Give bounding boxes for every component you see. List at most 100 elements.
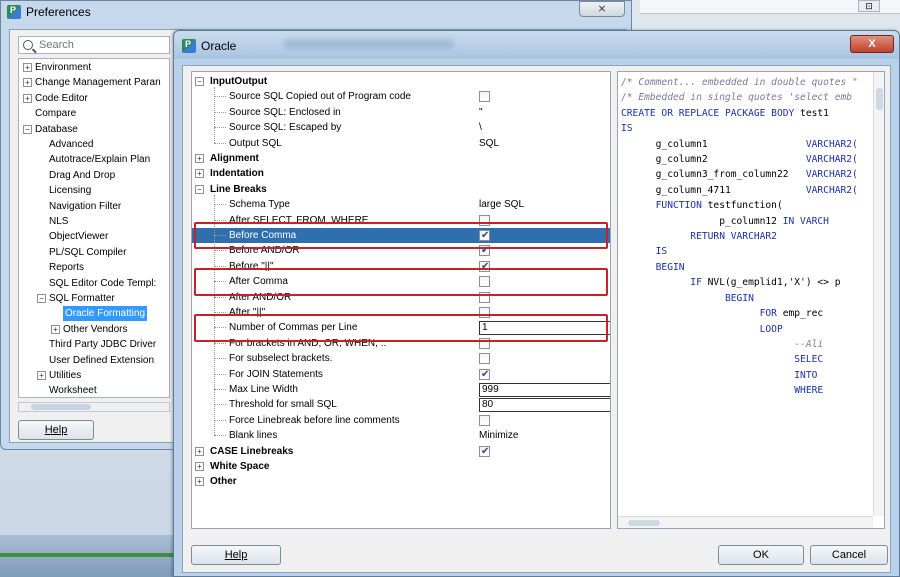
preferences-tree-item[interactable]: Navigation Filter bbox=[19, 199, 169, 214]
settings-category[interactable]: + Indentation bbox=[192, 166, 610, 181]
background-window-button[interactable]: ⊡ bbox=[858, 0, 880, 12]
expand-icon[interactable]: + bbox=[23, 78, 32, 88]
setting-checkbox[interactable] bbox=[479, 91, 490, 103]
scroll-thumb[interactable] bbox=[31, 404, 91, 410]
preferences-tree-item[interactable]: + Change Management Paran bbox=[19, 75, 169, 90]
expand-icon[interactable]: + bbox=[51, 324, 60, 334]
expand-icon[interactable]: + bbox=[23, 93, 32, 103]
preferences-tree-item[interactable]: ObjectViewer bbox=[19, 229, 169, 244]
settings-row[interactable]: Threshold for small SQL 80 bbox=[192, 397, 610, 413]
code-token: VARCHAR2( bbox=[805, 154, 858, 166]
setting-checkbox[interactable] bbox=[479, 353, 490, 365]
collapse-icon[interactable]: − bbox=[37, 294, 46, 303]
preferences-tree-item[interactable]: Oracle Formatting bbox=[19, 306, 169, 322]
preferences-tree-item[interactable]: − SQL Formatter bbox=[19, 291, 169, 306]
expand-icon[interactable]: + bbox=[195, 462, 204, 471]
code-token: FOR bbox=[621, 308, 783, 320]
code-line: FOR emp_rec bbox=[621, 306, 858, 321]
setting-checkbox[interactable] bbox=[479, 414, 490, 426]
preferences-tree-item[interactable]: NLS bbox=[19, 214, 169, 229]
settings-row[interactable]: For subselect brackets. bbox=[192, 351, 610, 366]
settings-row[interactable]: Source SQL: Enclosed in " bbox=[192, 105, 610, 120]
collapse-icon[interactable]: − bbox=[195, 184, 204, 194]
settings-row[interactable]: Output SQL SQL bbox=[192, 136, 610, 151]
settings-row[interactable]: Source SQL: Escaped by \ bbox=[192, 120, 610, 135]
preferences-tree-item[interactable]: Licensing bbox=[19, 183, 169, 198]
setting-label: Indentation bbox=[210, 168, 264, 180]
preferences-tree-item[interactable]: User Defined Extension bbox=[19, 353, 169, 368]
collapse-icon[interactable]: − bbox=[23, 124, 32, 134]
code-hscrollbar[interactable] bbox=[618, 516, 873, 528]
settings-category[interactable]: − Line Breaks bbox=[192, 182, 610, 197]
setting-value[interactable]: Minimize bbox=[479, 428, 518, 443]
expand-icon[interactable]: + bbox=[23, 63, 32, 72]
expand-icon[interactable]: + bbox=[195, 154, 204, 163]
settings-row[interactable]: Source SQL Copied out of Program code bbox=[192, 89, 610, 104]
oracle-dialog: Oracle X −InputOutputSource SQL Copied o… bbox=[173, 30, 900, 577]
settings-category[interactable]: + Other bbox=[192, 474, 610, 489]
setting-input[interactable]: 999 bbox=[479, 383, 610, 397]
preferences-help-button[interactable]: Help bbox=[18, 420, 94, 440]
code-token: WHERE bbox=[621, 385, 824, 397]
preferences-tree-item[interactable]: Autotrace/Explain Plan bbox=[19, 152, 169, 167]
settings-row[interactable]: For JOIN Statements bbox=[192, 367, 610, 382]
setting-value[interactable]: large SQL bbox=[479, 197, 524, 212]
preferences-search-box[interactable] bbox=[18, 36, 170, 54]
preferences-tree: + Environment + Change Management Paran + Cod… bbox=[18, 58, 170, 398]
preferences-close-button[interactable]: ⨯ bbox=[579, 1, 625, 17]
code-preview-text: /* Comment... embedded in double quotes … bbox=[621, 75, 858, 399]
cancel-button[interactable]: Cancel bbox=[810, 545, 888, 565]
ok-button[interactable]: OK bbox=[718, 545, 804, 565]
code-line: LOOP bbox=[621, 322, 858, 337]
expand-icon[interactable]: + bbox=[37, 371, 46, 380]
preferences-tree-item[interactable]: Reports bbox=[19, 260, 169, 275]
preferences-tree-item[interactable]: + Code Editor bbox=[19, 91, 169, 106]
preferences-tree-label: Advanced bbox=[49, 139, 94, 150]
code-vscrollbar[interactable] bbox=[873, 72, 884, 516]
preferences-tree-item[interactable]: PL/SQL Compiler bbox=[19, 245, 169, 260]
preferences-tree-hscrollbar[interactable] bbox=[18, 402, 170, 412]
preferences-tree-item[interactable]: − Database bbox=[19, 122, 169, 137]
settings-row[interactable]: Max Line Width 999 bbox=[192, 382, 610, 397]
oracle-title: Oracle bbox=[201, 39, 237, 53]
oracle-help-button[interactable]: Help bbox=[191, 545, 281, 565]
preferences-tree-item[interactable]: SQL Editor Code Templ: bbox=[19, 276, 169, 291]
preferences-tree-item[interactable]: Third Party JDBC Driver bbox=[19, 337, 169, 352]
setting-value[interactable]: \ bbox=[479, 120, 482, 135]
code-token: SELEC bbox=[621, 354, 824, 366]
code-token: INTO bbox=[621, 369, 818, 381]
setting-checkbox[interactable] bbox=[479, 444, 490, 459]
settings-category[interactable]: + White Space bbox=[192, 459, 610, 474]
settings-row[interactable]: Schema Type large SQL bbox=[192, 197, 610, 212]
settings-category[interactable]: + CASE Linebreaks bbox=[192, 444, 610, 459]
setting-value[interactable]: SQL bbox=[479, 136, 499, 151]
setting-input[interactable]: 80 bbox=[479, 398, 610, 413]
preferences-tree-item[interactable]: + Utilities bbox=[19, 368, 169, 383]
preferences-tree-item[interactable]: + Other Vendors bbox=[19, 322, 169, 337]
scroll-thumb[interactable] bbox=[628, 520, 660, 526]
search-input[interactable] bbox=[37, 38, 147, 52]
code-line: INTO bbox=[621, 368, 858, 383]
preferences-tree-label: Change Management Paran bbox=[35, 77, 161, 89]
settings-row[interactable]: Force Linebreak before line comments bbox=[192, 413, 610, 428]
preferences-tree-item[interactable]: + Environment bbox=[19, 60, 169, 75]
setting-checkbox[interactable] bbox=[479, 367, 490, 382]
code-token: FUNCTION bbox=[621, 200, 708, 212]
preferences-tree-item[interactable]: Drag And Drop bbox=[19, 168, 169, 183]
scroll-thumb[interactable] bbox=[876, 88, 883, 110]
settings-category[interactable]: − InputOutput bbox=[192, 74, 610, 89]
tree-guide-line bbox=[214, 358, 226, 360]
preferences-tree-item[interactable]: Compare bbox=[19, 106, 169, 121]
expand-icon[interactable]: + bbox=[195, 477, 204, 487]
preferences-tree-item[interactable]: Advanced bbox=[19, 137, 169, 152]
settings-category[interactable]: + Alignment bbox=[192, 151, 610, 166]
collapse-icon[interactable]: − bbox=[195, 77, 204, 86]
preferences-tree-item[interactable]: Worksheet bbox=[19, 383, 169, 397]
oracle-close-button[interactable]: X bbox=[850, 35, 894, 53]
blurred-title-text bbox=[284, 39, 454, 49]
settings-row[interactable]: Blank lines Minimize bbox=[192, 428, 610, 443]
expand-icon[interactable]: + bbox=[195, 446, 204, 456]
setting-value[interactable]: " bbox=[479, 105, 483, 120]
setting-label: Alignment bbox=[210, 153, 259, 164]
expand-icon[interactable]: + bbox=[195, 169, 204, 179]
